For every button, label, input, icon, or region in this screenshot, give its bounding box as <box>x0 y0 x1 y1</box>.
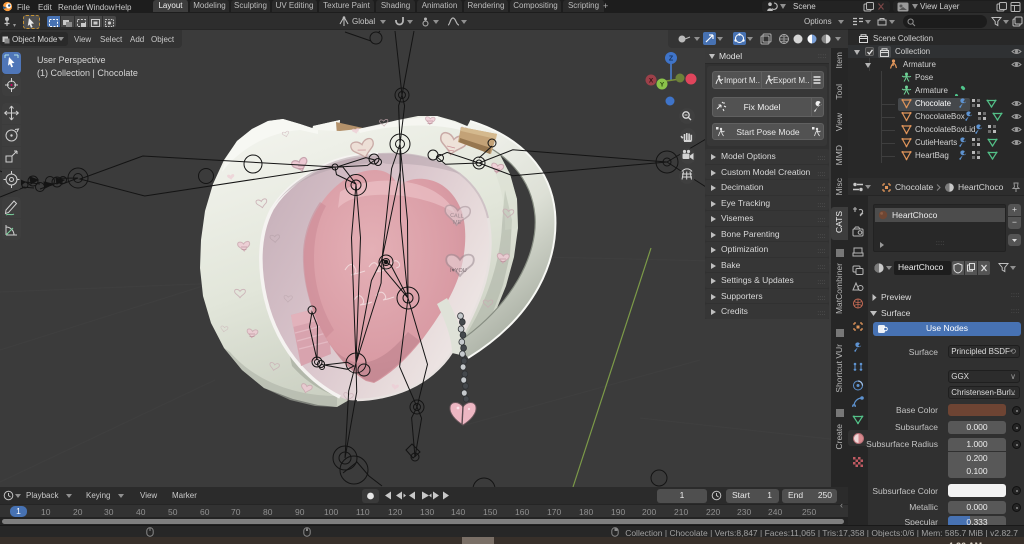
svg-text:ME: ME <box>453 220 462 226</box>
svg-text:Z: Z <box>669 56 674 63</box>
svg-text:X: X <box>649 78 654 85</box>
svg-text:I♥YOU: I♥YOU <box>450 268 467 274</box>
svg-text:CALL: CALL <box>450 213 464 220</box>
svg-text:Y: Y <box>660 82 665 89</box>
